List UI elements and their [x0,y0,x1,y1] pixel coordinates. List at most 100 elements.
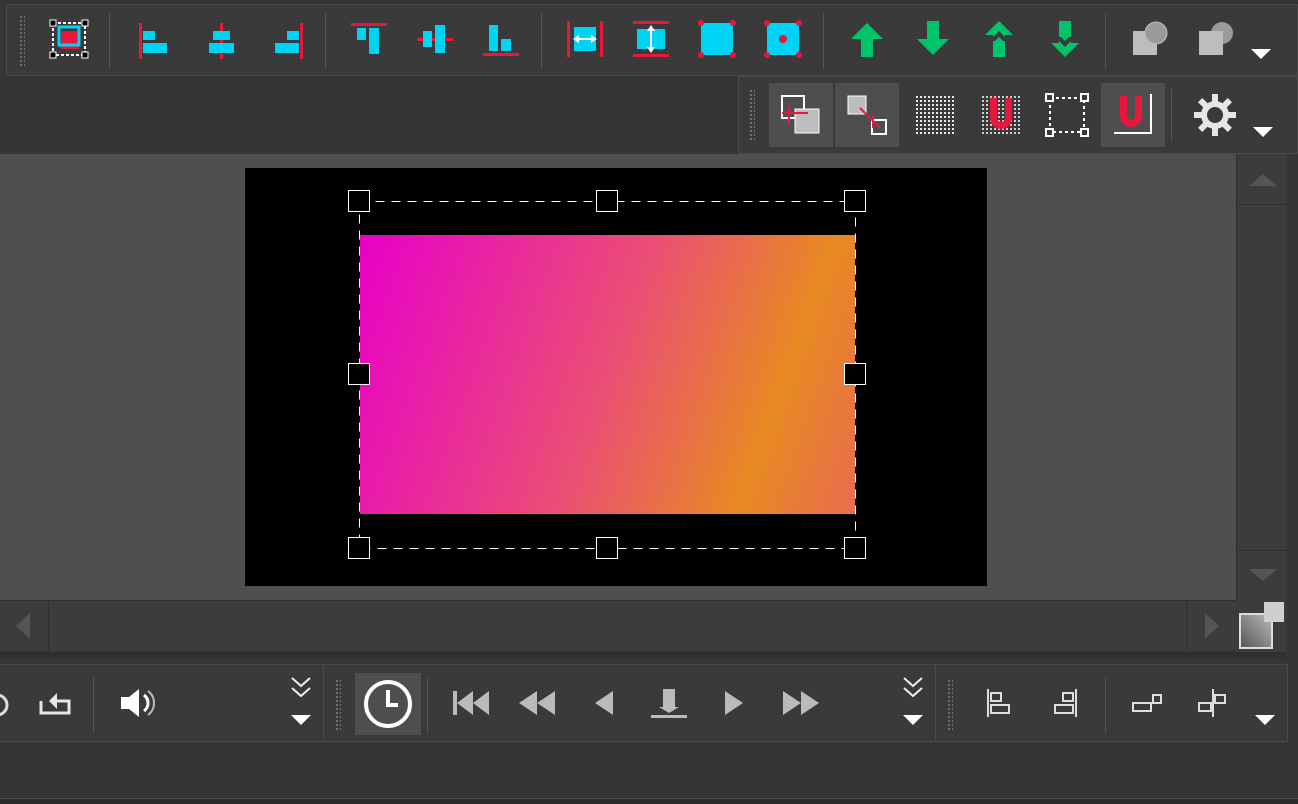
shape-front-button[interactable] [1121,11,1177,67]
loop-button[interactable] [27,675,83,731]
loop-icon [39,693,71,715]
clock-button[interactable] [355,673,421,735]
step-back-button[interactable] [575,675,631,731]
align-objects-left-button[interactable] [971,675,1027,731]
settings-button[interactable] [1185,83,1245,147]
shape-back-button[interactable] [1187,11,1243,67]
resize-handle-top-right[interactable] [844,190,866,212]
expand-chevrons-2-icon[interactable] [901,675,925,701]
scroll-down-arrow-icon [1249,569,1277,581]
resize-handle-left[interactable] [348,363,370,385]
transport-overflow-arrow-icon[interactable] [289,713,313,727]
transport-grip[interactable] [335,679,341,731]
align-left-button[interactable] [125,11,181,67]
snap-magnet-guide-icon [1114,94,1152,134]
align-right-button[interactable] [259,11,315,67]
stop-button[interactable] [641,675,697,731]
shape-corners-button[interactable] [689,11,745,67]
resize-handle-top-left[interactable] [348,190,370,212]
shape-cyan-corners-icon [698,20,736,58]
skip-to-start-icon [453,691,489,715]
resize-handle-right[interactable] [844,363,866,385]
play-icon [725,691,743,715]
snap-to-frame-icon [1045,93,1089,137]
fast-forward-button[interactable] [773,675,829,731]
snap-magnet-grid-button[interactable] [969,83,1033,147]
skip-to-start-button[interactable] [443,675,499,731]
distribute-horizontal-button[interactable] [557,11,613,67]
link-left-icon [1198,689,1226,717]
clock-icon [364,680,412,728]
snap-magnet-grid-icon [980,96,1022,134]
rewind-button[interactable] [509,675,565,731]
snap-to-grid-icon [914,96,956,134]
shape-center-button[interactable] [755,11,811,67]
volume-button[interactable] [111,675,167,731]
align-center-horizontal-button[interactable] [193,11,249,67]
stop-icon [651,689,687,718]
snap-overflow-arrow-icon[interactable] [1251,125,1275,139]
partial-icon [0,693,9,717]
scroll-up-button[interactable] [1239,156,1287,205]
link-left-button[interactable] [1185,675,1241,731]
zoom-corner-button[interactable] [1236,600,1286,652]
rewind-icon [519,691,555,715]
select-object-icon [49,19,89,59]
shape-cyan-center-icon [764,20,802,58]
snap-to-corner-icon [847,95,887,135]
distribute-vertical-button[interactable] [623,11,679,67]
selection-box [359,201,856,549]
navigator-icon [1239,602,1284,649]
vertical-scrollbar[interactable] [1236,154,1287,600]
volume-icon [121,689,155,717]
snap-toolbar-grip[interactable] [749,89,755,141]
select-object-button[interactable] [41,11,97,67]
link-right-button[interactable] [1119,675,1175,731]
align-bottom-button[interactable] [473,11,529,67]
snap-grid-button[interactable] [903,83,967,147]
send-backward-icon [917,21,949,55]
align-objects-right-icon [1054,689,1077,717]
align-center-horizontal-icon [209,23,234,59]
play-button[interactable] [707,675,763,731]
scroll-left-button[interactable] [0,601,49,651]
snap-magnet-guide-button[interactable] [1101,83,1165,147]
bring-forward-icon [851,23,883,57]
resize-handle-bottom-left[interactable] [348,537,370,559]
snap-bounding-box-button[interactable] [769,83,833,147]
align-top-icon [351,23,387,54]
align-objects-right-button[interactable] [1037,675,1093,731]
toolbar-overflow-arrow-icon[interactable] [1249,47,1273,61]
align-objects-left-icon [987,689,1010,717]
horizontal-scrollbar[interactable] [0,600,1236,651]
send-to-back-button[interactable] [1037,11,1093,67]
align-bottom-icon [483,25,519,56]
scroll-up-arrow-icon [1249,174,1277,186]
shape-front-icon [1133,21,1168,55]
toolbar-grip[interactable] [19,15,25,67]
transport-overflow-arrow-2-icon[interactable] [901,713,925,727]
transport-toolbar [0,664,1288,743]
snap-frame-button[interactable] [1035,83,1099,147]
resize-handle-bottom[interactable] [596,537,618,559]
align-top-button[interactable] [341,11,397,67]
status-area [0,742,1286,798]
resize-handle-top[interactable] [596,190,618,212]
scroll-right-button[interactable] [1186,601,1237,651]
shape-back-icon [1199,22,1233,55]
send-backward-button[interactable] [905,11,961,67]
align-left-icon [139,23,167,59]
align-center-vertical-button[interactable] [407,11,463,67]
align-objects-overflow-arrow-icon[interactable] [1253,713,1277,727]
resize-handle-bottom-right[interactable] [844,537,866,559]
send-to-back-icon [1051,21,1079,57]
scroll-down-button[interactable] [1239,550,1287,599]
align-objects-grip[interactable] [947,679,953,731]
snap-corner-button[interactable] [835,83,899,147]
bring-to-front-button[interactable] [971,11,1027,67]
snap-toolbar [738,76,1298,154]
link-right-icon [1132,694,1162,712]
bring-forward-button[interactable] [839,11,895,67]
snap-to-bounding-box-icon [781,95,820,134]
expand-chevrons-icon[interactable] [289,675,313,701]
